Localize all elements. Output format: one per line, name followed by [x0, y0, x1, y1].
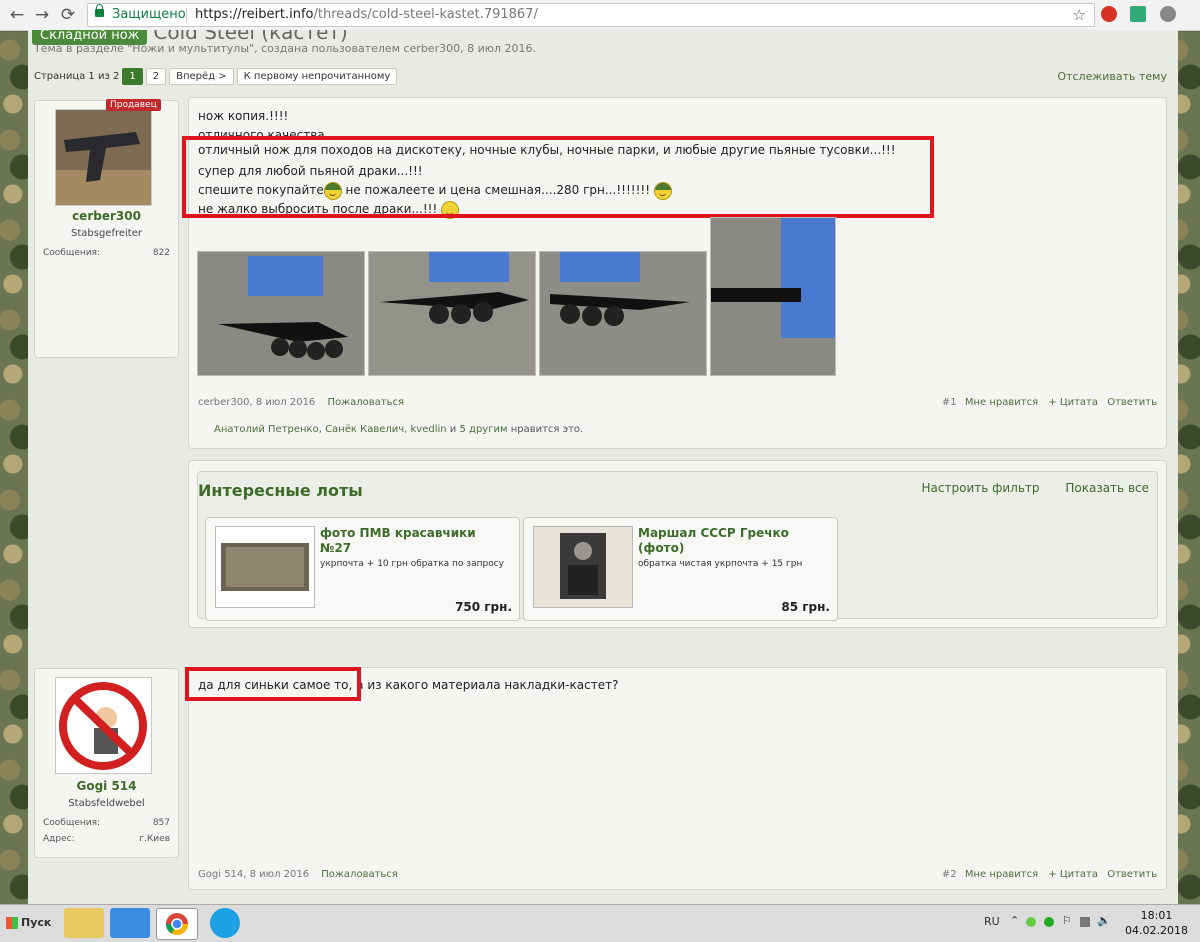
lot-card[interactable]: Маршал СССР Гречко (фото) обратка чистая…	[523, 517, 838, 621]
clock[interactable]: 18:01 04.02.2018	[1125, 908, 1188, 938]
lot-image[interactable]	[215, 526, 315, 608]
system-tray: RU ⌃ ⚐ 🔈 18:01 04.02.2018	[984, 905, 1200, 942]
user-messages-stat: Сообщения: 822	[43, 248, 170, 258]
lot-image[interactable]	[533, 526, 633, 608]
show-all-link[interactable]: Показать все	[1065, 481, 1149, 495]
page-1-link[interactable]: 1	[122, 68, 143, 85]
chrome-icon[interactable]	[156, 908, 198, 940]
highlight-box	[182, 136, 934, 218]
reply-link[interactable]: Ответить	[1107, 869, 1157, 880]
knife-photo-2[interactable]	[368, 251, 536, 376]
tray-app-icon[interactable]	[1026, 917, 1036, 927]
lot-card[interactable]: фото ПМВ красавчики №27 укрпочта + 10 гр…	[205, 517, 520, 621]
watch-thread-link[interactable]: Отслеживать тему	[1057, 70, 1167, 83]
lot-description: укрпочта + 10 грн обратка по запросу	[320, 559, 504, 569]
user-address-stat: Адрес: г.Киев	[43, 834, 170, 844]
username-link[interactable]: cerber300	[35, 209, 178, 223]
configure-filter-link[interactable]: Настроить фильтр	[922, 481, 1040, 495]
avatar[interactable]	[55, 109, 152, 206]
home-extension-icon[interactable]	[1130, 6, 1146, 22]
username-link[interactable]: Gogi 514	[35, 779, 178, 793]
avatar[interactable]	[55, 677, 152, 774]
knife-photo-3[interactable]	[539, 251, 707, 376]
tray-expand-icon[interactable]: ⌃	[1010, 914, 1019, 927]
post1-user-card: Продавец cerber300 Stabsgefreiter Сообще…	[34, 99, 179, 358]
first-unread-link[interactable]: К первому непрочитанному	[236, 68, 398, 85]
page-2-link[interactable]: 2	[145, 68, 167, 85]
language-indicator[interactable]: RU	[984, 915, 1000, 928]
post-number[interactable]: #1	[942, 397, 957, 408]
lock-icon	[95, 4, 104, 17]
like-link[interactable]: Мне нравится	[965, 397, 1038, 408]
volume-icon[interactable]: 🔈	[1097, 914, 1111, 927]
windows-taskbar: Пуск RU ⌃ ⚐ 🔈 18:01 04.02.2018	[0, 904, 1200, 942]
lot-price: 750 грн.	[455, 600, 512, 614]
user-rank: Stabsfeldwebel	[68, 798, 145, 809]
knife-photo-4[interactable]	[710, 217, 836, 376]
skype-icon[interactable]	[210, 908, 240, 938]
report-link[interactable]: Пожаловаться	[327, 397, 404, 408]
extension-icon[interactable]	[1160, 6, 1176, 22]
report-link[interactable]: Пожаловаться	[321, 869, 398, 880]
post-author-date[interactable]: cerber300, 8 июл 2016	[198, 397, 315, 408]
lot-price: 85 грн.	[781, 600, 830, 614]
post1-meta: cerber300, 8 июл 2016 Пожаловаться #1 Мн…	[198, 397, 1157, 408]
opera-extension-icon[interactable]	[1101, 6, 1117, 22]
lot-description: обратка чистая укрпочта + 15 грн	[638, 559, 803, 569]
like-link[interactable]: Мне нравится	[965, 869, 1038, 880]
seller-badge: Продавец	[106, 99, 161, 111]
post1-message: нож копия.!!!! отличного качества. отлич…	[182, 97, 1167, 449]
no-smoking-avatar-image	[56, 678, 151, 773]
back-icon[interactable]: ←	[6, 4, 28, 26]
lots-heading: Интересные лоты	[198, 481, 363, 500]
secure-label: Защищено	[112, 7, 186, 22]
network-icon[interactable]	[1080, 917, 1090, 927]
reload-icon[interactable]: ⟳	[57, 4, 79, 26]
flag-icon[interactable]: ⚐	[1062, 914, 1072, 927]
page-nav: Страница 1 из 2 1 2 Вперёд > К первому н…	[34, 68, 398, 85]
file-explorer-icon[interactable]	[64, 908, 104, 938]
quote-link[interactable]: + Цитата	[1048, 869, 1098, 880]
forum-page: Складной нож Cold Steel (кастет) Тема в р…	[28, 30, 1178, 906]
tray-app-icon[interactable]	[1044, 917, 1054, 927]
interesting-lots-panel: Интересные лоты Настроить фильтр Показат…	[188, 460, 1167, 628]
user-messages-stat: Сообщения: 857	[43, 818, 170, 828]
post2-meta: Gogi 514, 8 июл 2016 Пожаловаться #2 Мне…	[198, 869, 1157, 880]
user-rank: Stabsgefreiter	[71, 228, 142, 239]
post2-message: да для синьки самое то, а из какого мате…	[185, 667, 1167, 890]
browser-toolbar: ← → ⟳ Защищено https://reibert.info/thre…	[0, 0, 1200, 31]
reply-link[interactable]: Ответить	[1107, 397, 1157, 408]
post-number[interactable]: #2	[942, 869, 957, 880]
next-page-link[interactable]: Вперёд >	[169, 68, 234, 85]
lot-title[interactable]: Маршал СССР Гречко (фото)	[638, 526, 823, 556]
knife-photo-1[interactable]	[197, 251, 365, 376]
forward-icon[interactable]: →	[31, 4, 53, 26]
pistol-avatar-image	[56, 110, 151, 205]
post2-user-card: Gogi 514 Stabsfeldwebel Сообщения: 857 Ад…	[34, 668, 179, 858]
bookmark-star-icon[interactable]: ☆	[1073, 4, 1086, 26]
quote-link[interactable]: + Цитата	[1048, 397, 1098, 408]
windows-logo-icon	[6, 917, 18, 929]
address-bar[interactable]: Защищено https://reibert.info/threads/co…	[87, 3, 1095, 27]
likes-summary: Анатолий Петренко, Санёк Кавелич, kvedli…	[214, 424, 584, 435]
lot-title[interactable]: фото ПМВ красавчики №27	[320, 526, 505, 556]
thread-description: Тема в разделе "Ножи и мультитулы", созд…	[34, 42, 536, 55]
page-label: Страница 1 из 2	[34, 71, 120, 82]
start-button[interactable]: Пуск	[2, 910, 56, 936]
highlight-box	[185, 667, 361, 701]
url-text: https://reibert.info/threads/cold-steel-…	[195, 7, 538, 22]
post-author-date[interactable]: Gogi 514, 8 июл 2016	[198, 869, 309, 880]
media-player-icon[interactable]	[110, 908, 150, 938]
